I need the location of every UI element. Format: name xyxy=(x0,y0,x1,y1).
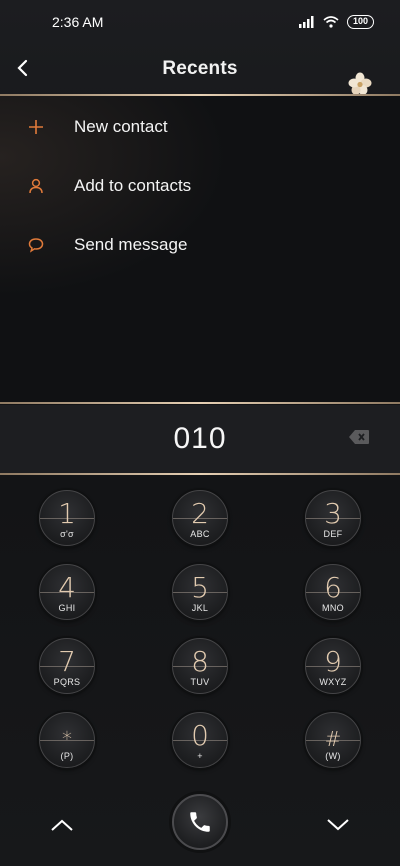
key-letters: (P) xyxy=(60,751,74,761)
key-letters: (W) xyxy=(325,751,341,761)
backspace-icon[interactable] xyxy=(348,429,370,445)
action-menu: New contact Add to contacts Send message xyxy=(0,96,400,402)
key-digit: 4 xyxy=(58,571,76,604)
plus-icon xyxy=(26,117,46,137)
key-letters: WXYZ xyxy=(319,677,347,687)
menu-item-label: New contact xyxy=(74,117,168,136)
key-digit: 2 xyxy=(191,497,209,530)
page-title: Recents xyxy=(162,58,238,79)
flower-decoration-icon xyxy=(348,72,372,95)
key-digit: 0 xyxy=(191,719,209,752)
number-bar-bottom-divider xyxy=(0,473,400,475)
key-letters: MNO xyxy=(322,603,344,613)
dial-key-3[interactable]: 3 DEF xyxy=(305,490,361,546)
key-letters: + xyxy=(197,751,203,761)
call-button[interactable] xyxy=(172,794,228,850)
status-icons: 100 xyxy=(298,15,374,29)
bottom-controls xyxy=(0,790,400,866)
dial-key-6[interactable]: 6 MNO xyxy=(305,564,361,620)
key-digit: 6 xyxy=(324,571,342,604)
menu-item-label: Send message xyxy=(74,235,188,254)
key-letters: PQRS xyxy=(53,677,81,687)
key-digit: 5 xyxy=(191,571,209,604)
app-header: Recents xyxy=(0,44,400,95)
chevron-up-icon xyxy=(51,819,73,831)
phone-icon xyxy=(190,812,210,832)
collapse-up-button[interactable] xyxy=(47,810,77,840)
back-button[interactable] xyxy=(6,52,38,84)
menu-item-add-to-contacts[interactable]: Add to contacts xyxy=(0,160,400,212)
key-digit: 1 xyxy=(58,497,76,530)
number-bar-top-divider xyxy=(0,402,400,404)
person-icon xyxy=(26,176,46,196)
dial-key-5[interactable]: 5 JKL xyxy=(172,564,228,620)
key-letters: JKL xyxy=(191,603,209,613)
dial-keypad: 1 σ'σ 2 ABC 3 DEF 4 GHI 5 JKL 6 MNO 7 PQ… xyxy=(0,476,400,796)
key-digit: 9 xyxy=(324,645,342,678)
key-letters: σ'σ xyxy=(60,529,74,539)
key-letters: TUV xyxy=(190,677,210,687)
signal-icon xyxy=(298,16,314,28)
menu-item-new-contact[interactable]: New contact xyxy=(0,101,400,153)
dial-key-8[interactable]: 8 TUV xyxy=(172,638,228,694)
key-letters: GHI xyxy=(58,603,76,613)
key-letters: DEF xyxy=(323,529,343,539)
menu-item-label: Add to contacts xyxy=(74,176,192,195)
dial-key-7[interactable]: 7 PQRS xyxy=(39,638,95,694)
expand-down-button[interactable] xyxy=(323,810,353,840)
key-digit: * xyxy=(62,727,72,751)
chevron-left-icon xyxy=(17,59,28,77)
dialed-number[interactable]: 010 xyxy=(173,422,226,456)
dial-key-9[interactable]: 9 WXYZ xyxy=(305,638,361,694)
key-digit: 8 xyxy=(191,645,209,678)
dial-key-2[interactable]: 2 ABC xyxy=(172,490,228,546)
wifi-icon xyxy=(323,16,339,28)
status-time: 2:36 AM xyxy=(52,14,104,30)
chevron-down-icon xyxy=(327,819,349,831)
dial-key-0[interactable]: 0 + xyxy=(172,712,228,768)
chat-bubble-icon xyxy=(26,235,46,255)
dial-key-4[interactable]: 4 GHI xyxy=(39,564,95,620)
key-digit: # xyxy=(324,727,342,751)
key-letters: ABC xyxy=(190,529,210,539)
dial-key-hash[interactable]: # (W) xyxy=(305,712,361,768)
key-digit: 3 xyxy=(324,497,342,530)
number-display: 010 xyxy=(0,405,400,473)
key-digit: 7 xyxy=(58,645,76,678)
status-bar: 2:36 AM 100 xyxy=(0,0,400,44)
dial-key-1[interactable]: 1 σ'σ xyxy=(39,490,95,546)
menu-item-send-message[interactable]: Send message xyxy=(0,219,400,271)
dialer-screen: 2:36 AM 100 Recents New contact Add to c… xyxy=(0,0,400,866)
dial-key-star[interactable]: * (P) xyxy=(39,712,95,768)
battery-indicator: 100 xyxy=(346,15,374,29)
